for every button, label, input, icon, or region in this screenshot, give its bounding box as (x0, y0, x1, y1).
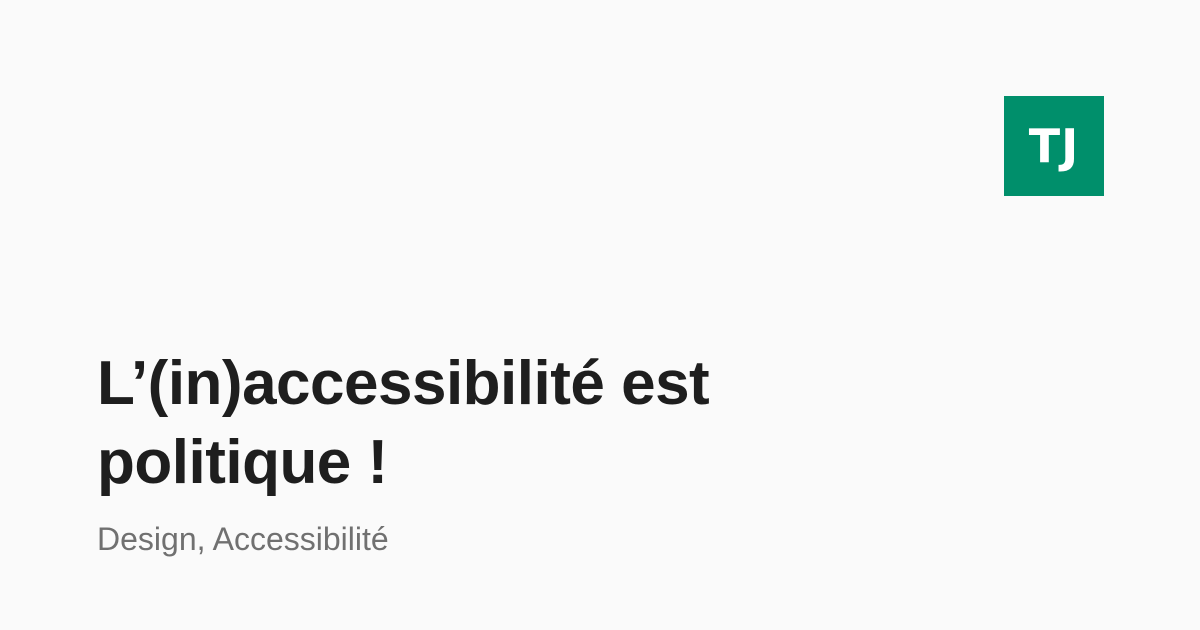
social-card: TJ L’(in)accessibilité est politique ! D… (0, 0, 1200, 630)
article-title: L’(in)accessibilité est politique ! (97, 349, 710, 497)
site-logo: TJ (1004, 96, 1104, 196)
logo-text: TJ (1028, 119, 1080, 173)
article-tags: Design, Accessibilité (97, 521, 389, 557)
